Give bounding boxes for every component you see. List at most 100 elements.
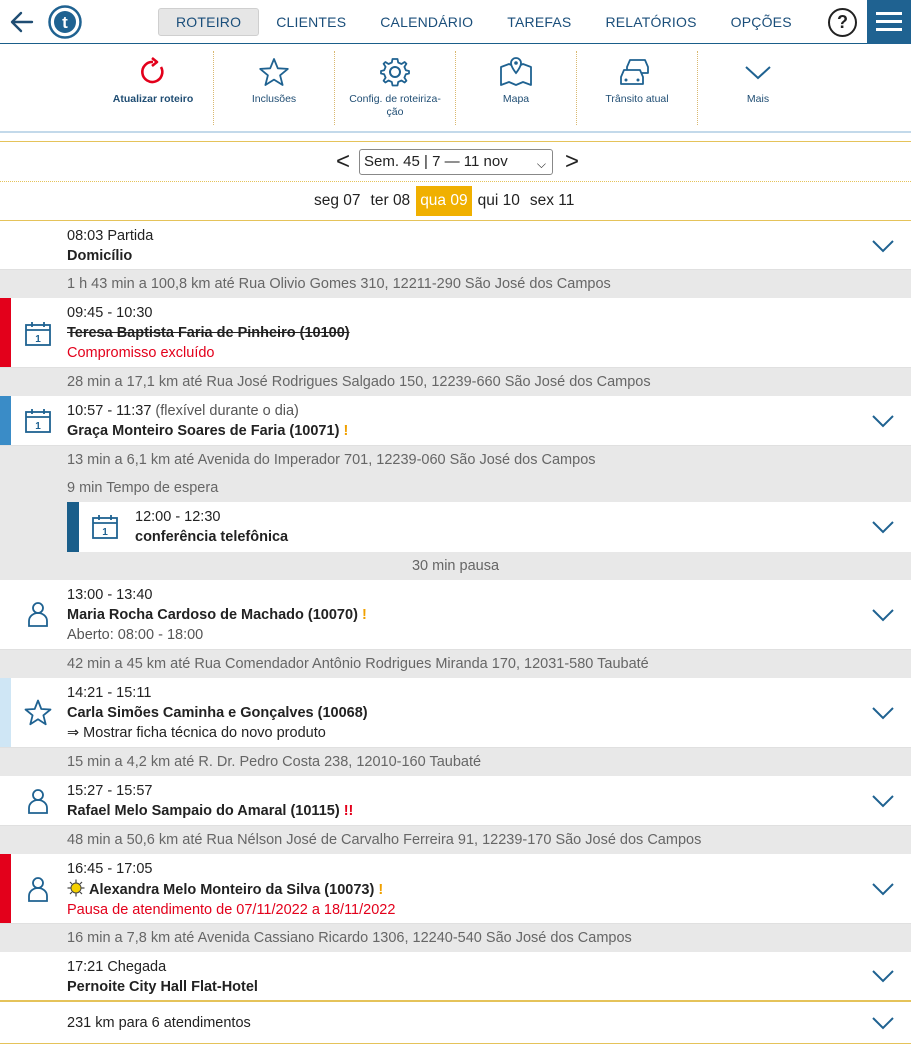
next-week-button[interactable]: > bbox=[565, 148, 579, 176]
app-logo-icon: t bbox=[48, 5, 82, 39]
calendar-icon: 1 bbox=[25, 409, 51, 433]
status-stripe bbox=[0, 298, 11, 367]
back-arrow-icon[interactable] bbox=[8, 8, 36, 36]
appointment-row[interactable]: 1 09:45 - 10:30 Teresa Baptista Faria de… bbox=[0, 298, 911, 368]
status-stripe bbox=[0, 678, 11, 747]
day-mon[interactable]: seg 07 bbox=[310, 186, 365, 216]
day-tue[interactable]: ter 08 bbox=[367, 186, 415, 216]
chevron-down-icon[interactable] bbox=[871, 793, 895, 809]
week-select-value: Sem. 45 | 7 — 11 nov bbox=[364, 153, 508, 170]
tab-roteiro[interactable]: ROTEIRO bbox=[158, 8, 260, 36]
route-summary-row[interactable]: 231 km para 6 atendimentos bbox=[0, 1002, 911, 1044]
hamburger-menu-icon[interactable] bbox=[867, 0, 911, 44]
current-traffic-button[interactable]: Trânsito atual bbox=[577, 49, 697, 127]
tab-tarefas[interactable]: TAREFAS bbox=[490, 8, 588, 36]
warning-flag: ! bbox=[343, 423, 349, 439]
start-time: 08:03 Partida bbox=[67, 228, 154, 244]
person-icon bbox=[28, 602, 48, 627]
inclusions-label: Inclusões bbox=[251, 93, 297, 105]
calendar-icon: 1 bbox=[92, 515, 118, 539]
update-route-label: Atualizar roteiro bbox=[112, 93, 194, 105]
appointment-name: Graça Monteiro Soares de Faria (10071) bbox=[67, 423, 340, 439]
star-icon bbox=[259, 58, 289, 86]
chevron-down-icon[interactable] bbox=[871, 881, 895, 897]
appointment-time: 10:57 - 11:37 bbox=[67, 403, 152, 419]
appointment-time: 13:00 - 13:40 bbox=[67, 587, 153, 603]
route-summary: 231 km para 6 atendimentos bbox=[67, 1015, 251, 1031]
chevron-down-icon bbox=[745, 66, 771, 80]
end-time: 17:21 Chegada bbox=[67, 959, 167, 975]
appointment-time: 15:27 - 15:57 bbox=[67, 783, 153, 799]
more-button[interactable]: Mais bbox=[698, 49, 818, 127]
appointment-row[interactable]: 14:21 - 15:11 Carla Simões Caminha e Gon… bbox=[0, 678, 911, 748]
appointment-row[interactable]: 15:27 - 15:57 Rafael Melo Sampaio do Ama… bbox=[0, 776, 911, 826]
person-icon bbox=[28, 789, 48, 814]
more-label: Mais bbox=[746, 93, 770, 105]
chevron-down-icon[interactable] bbox=[871, 519, 895, 535]
pause-info: 30 min pausa bbox=[411, 558, 500, 574]
day-thu[interactable]: qui 10 bbox=[474, 186, 524, 216]
help-icon[interactable]: ? bbox=[828, 8, 857, 37]
appointment-note: (flexível durante o dia) bbox=[155, 403, 299, 419]
appointment-time: 12:00 - 12:30 bbox=[135, 509, 221, 525]
gear-icon bbox=[380, 58, 410, 87]
warning-flag: ! bbox=[378, 882, 384, 898]
week-selector-row: < Sem. 45 | 7 — 11 nov ⌵ > bbox=[0, 141, 911, 182]
waiting-time: 9 min Tempo de espera bbox=[67, 480, 219, 496]
tab-calendario[interactable]: CALENDÁRIO bbox=[363, 8, 490, 36]
week-select[interactable]: Sem. 45 | 7 — 11 nov ⌵ bbox=[359, 149, 553, 175]
appointment-status: Pausa de atendimento de 07/11/2022 a 18/… bbox=[67, 902, 396, 918]
map-button[interactable]: Mapa bbox=[456, 49, 576, 127]
opening-hours: Aberto: 08:00 - 18:00 bbox=[67, 627, 204, 643]
route-end-row[interactable]: 17:21 Chegada Pernoite City Hall Flat-Ho… bbox=[0, 952, 911, 1002]
chevron-down-icon[interactable] bbox=[871, 607, 895, 623]
appointment-row[interactable]: 16:45 - 17:05 Alexandra Melo Monteiro da… bbox=[0, 854, 911, 924]
appointment-row[interactable]: 13:00 - 13:40 Maria Rocha Cardoso de Mac… bbox=[0, 580, 911, 650]
tab-relatorios[interactable]: RELATÓRIOS bbox=[588, 8, 713, 36]
prev-week-button[interactable]: < bbox=[336, 148, 350, 176]
warning-flag: ! bbox=[361, 607, 367, 623]
status-stripe bbox=[67, 502, 79, 552]
svg-text:1: 1 bbox=[35, 334, 41, 345]
day-wed[interactable]: qua 09 bbox=[416, 186, 472, 216]
travel-info: 28 min a 17,1 km até Rua José Rodrigues … bbox=[0, 368, 911, 396]
urgent-flag: !! bbox=[343, 803, 354, 819]
start-place: Domicílio bbox=[67, 248, 133, 264]
main-tabs: ROTEIRO CLIENTES CALENDÁRIO TAREFAS RELA… bbox=[158, 8, 809, 36]
status-stripe bbox=[0, 854, 11, 923]
tab-clientes[interactable]: CLIENTES bbox=[259, 8, 363, 36]
tab-opcoes[interactable]: OPÇÕES bbox=[714, 8, 809, 36]
travel-info: 1 h 43 min a 100,8 km até Rua Olivio Gom… bbox=[0, 270, 911, 298]
status-stripe bbox=[0, 396, 11, 445]
svg-text:1: 1 bbox=[102, 527, 108, 538]
routing-config-button[interactable]: Config. de roteiriza-ção bbox=[335, 49, 455, 127]
map-label: Mapa bbox=[502, 93, 530, 105]
chevron-down-icon[interactable] bbox=[871, 238, 895, 254]
appointment-row[interactable]: 1 10:57 - 11:37 (flexível durante o dia)… bbox=[0, 396, 911, 446]
nested-appointment-row[interactable]: 1 12:00 - 12:30 conferência telefônica bbox=[67, 502, 911, 552]
appointment-time: 14:21 - 15:11 bbox=[67, 685, 152, 701]
star-icon bbox=[24, 699, 52, 726]
svg-text:t: t bbox=[62, 13, 68, 32]
top-nav-bar: t ROTEIRO CLIENTES CALENDÁRIO TAREFAS RE… bbox=[0, 0, 911, 44]
calendar-icon: 1 bbox=[25, 322, 51, 346]
appointment-name: Rafael Melo Sampaio do Amaral (10115) bbox=[67, 803, 340, 819]
inclusions-button[interactable]: Inclusões bbox=[214, 49, 334, 127]
day-fri[interactable]: sex 11 bbox=[526, 186, 579, 216]
chevron-down-icon[interactable] bbox=[871, 1015, 895, 1031]
map-icon bbox=[500, 57, 532, 86]
update-route-button[interactable]: Atualizar roteiro bbox=[93, 49, 213, 127]
chevron-down-icon[interactable] bbox=[871, 705, 895, 721]
route-start-row[interactable]: 08:03 Partida Domicílio bbox=[0, 222, 911, 270]
travel-info: 13 min a 6,1 km até Avenida do Imperador… bbox=[0, 446, 911, 580]
appointment-time: 09:45 - 10:30 bbox=[67, 305, 153, 321]
chevron-down-icon[interactable] bbox=[871, 968, 895, 984]
svg-text:1: 1 bbox=[35, 421, 41, 432]
chevron-down-icon: ⌵ bbox=[536, 157, 546, 171]
appointment-name: Maria Rocha Cardoso de Machado (10070) bbox=[67, 607, 358, 623]
day-selector-row: seg 07 ter 08 qua 09 qui 10 sex 11 bbox=[0, 183, 911, 221]
travel-info: 42 min a 45 km até Rua Comendador Antôni… bbox=[0, 650, 911, 678]
appointment-note: ⇒ Mostrar ficha técnica do novo produto bbox=[67, 725, 326, 741]
travel-info: 48 min a 50,6 km até Rua Nélson José de … bbox=[0, 826, 911, 854]
chevron-down-icon[interactable] bbox=[871, 413, 895, 429]
